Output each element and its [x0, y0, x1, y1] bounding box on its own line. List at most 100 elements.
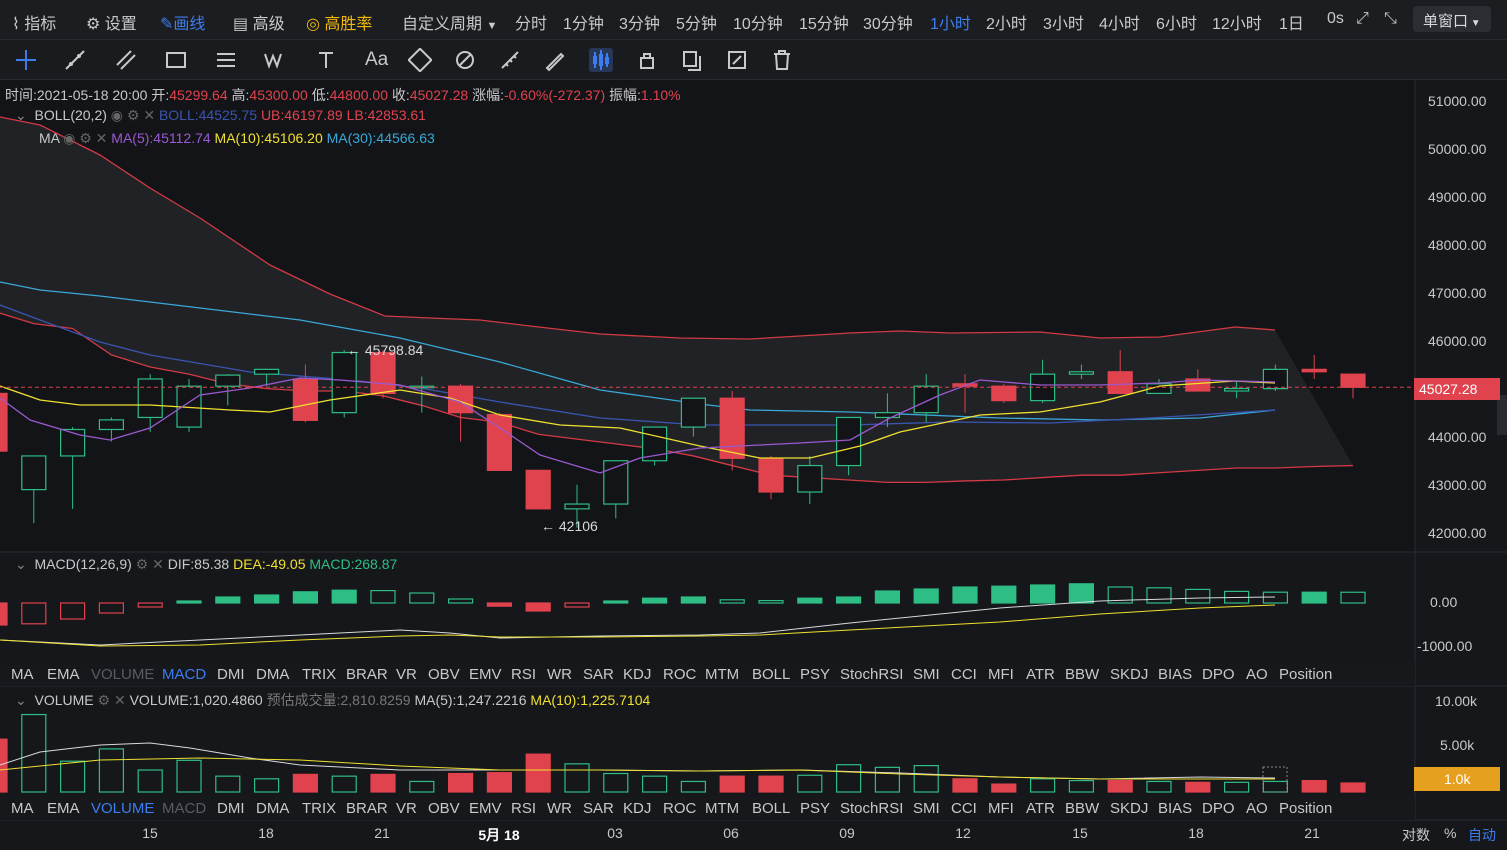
- edit-icon[interactable]: [725, 48, 749, 72]
- advanced-button[interactable]: ▤ 高级: [233, 10, 285, 34]
- rectangle-icon[interactable]: [164, 48, 188, 72]
- auto-toggle[interactable]: 自动: [1468, 825, 1496, 845]
- indicator-tab-kdj[interactable]: KDJ: [623, 666, 651, 683]
- indicator-tab-mfi[interactable]: MFI: [988, 800, 1014, 817]
- settings-icon[interactable]: ⚙ ✕: [98, 692, 126, 708]
- indicator-tab-atr[interactable]: ATR: [1026, 800, 1055, 817]
- fib-levels-icon[interactable]: [214, 48, 238, 72]
- custom-period-dropdown[interactable]: 自定义周期 ▼: [402, 10, 497, 34]
- font-icon[interactable]: Aa: [365, 49, 388, 71]
- brush-icon[interactable]: [543, 48, 567, 72]
- fullscreen-icon[interactable]: ⤢: [1356, 10, 1369, 28]
- indicator-tab-dma[interactable]: DMA: [256, 666, 289, 683]
- period-tab[interactable]: 分时: [515, 10, 547, 34]
- wave-pattern-icon[interactable]: [263, 48, 287, 72]
- indicator-tab-brar[interactable]: BRAR: [346, 800, 388, 817]
- indicator-tab-ao[interactable]: AO: [1246, 666, 1268, 683]
- indicator-tab-brar[interactable]: BRAR: [346, 666, 388, 683]
- indicator-tab-wr[interactable]: WR: [547, 666, 572, 683]
- parallel-line-icon[interactable]: [114, 48, 138, 72]
- indicator-tab-roc[interactable]: ROC: [663, 666, 696, 683]
- indicator-tab-macd[interactable]: MACD: [162, 800, 206, 817]
- crosshair-icon[interactable]: [14, 48, 38, 72]
- indicator-tab-volume[interactable]: VOLUME: [91, 800, 154, 817]
- indicator-tab-kdj[interactable]: KDJ: [623, 800, 651, 817]
- chart-area[interactable]: 时间:2021-05-18 20:00 开:45299.64 高:45300.0…: [0, 80, 1507, 850]
- draw-button[interactable]: ✎画线: [160, 10, 205, 34]
- chart-canvas[interactable]: [0, 80, 1507, 850]
- indicator-tab-mtm[interactable]: MTM: [705, 800, 739, 817]
- log-toggle[interactable]: 对数: [1402, 825, 1430, 845]
- ruler-icon[interactable]: [408, 48, 432, 72]
- indicator-tab-ema[interactable]: EMA: [47, 666, 80, 683]
- copy-icon[interactable]: [680, 48, 704, 72]
- indicator-tab-dpo[interactable]: DPO: [1202, 800, 1235, 817]
- eye-icon[interactable]: ◉ ⚙ ✕: [63, 130, 107, 146]
- indicator-tab-emv[interactable]: EMV: [469, 800, 502, 817]
- indicator-tab-boll[interactable]: BOLL: [752, 666, 790, 683]
- indicator-tab-skdj[interactable]: SKDJ: [1110, 666, 1148, 683]
- period-tab[interactable]: 4小时: [1099, 10, 1140, 34]
- indicator-tab-macd[interactable]: MACD: [162, 666, 206, 683]
- indicator-tab-boll[interactable]: BOLL: [752, 800, 790, 817]
- indicator-tab-vr[interactable]: VR: [396, 666, 417, 683]
- collapse-icon[interactable]: ⌄: [15, 556, 27, 572]
- indicator-tab-skdj[interactable]: SKDJ: [1110, 800, 1148, 817]
- eye-icon[interactable]: ◉ ⚙ ✕: [111, 107, 155, 123]
- lock-icon[interactable]: [635, 48, 659, 72]
- collapse-icon[interactable]: ⌄: [15, 107, 27, 123]
- indicator-tab-wr[interactable]: WR: [547, 800, 572, 817]
- indicator-tab-emv[interactable]: EMV: [469, 666, 502, 683]
- magnet-icon[interactable]: [453, 48, 477, 72]
- indicator-tab-volume[interactable]: VOLUME: [91, 666, 154, 683]
- indicator-tab-rsi[interactable]: RSI: [511, 800, 536, 817]
- indicator-tab-sar[interactable]: SAR: [583, 666, 614, 683]
- indicator-tab-bbw[interactable]: BBW: [1065, 666, 1099, 683]
- indicator-tab-stochrsi[interactable]: StochRSI: [840, 666, 903, 683]
- indicator-tab-ao[interactable]: AO: [1246, 800, 1268, 817]
- indicator-tab-smi[interactable]: SMI: [913, 666, 940, 683]
- percent-toggle[interactable]: %: [1444, 825, 1456, 841]
- indicator-tab-sar[interactable]: SAR: [583, 800, 614, 817]
- indicator-tab-cci[interactable]: CCI: [951, 666, 977, 683]
- period-tab[interactable]: 1小时: [930, 10, 971, 34]
- period-tab[interactable]: 1分钟: [563, 10, 604, 34]
- indicator-tab-stochrsi[interactable]: StochRSI: [840, 800, 903, 817]
- indicator-tab-dmi[interactable]: DMI: [217, 666, 245, 683]
- exit-fullscreen-icon[interactable]: ⤡: [1384, 10, 1397, 28]
- window-mode-dropdown[interactable]: 单窗口 ▼: [1413, 6, 1491, 32]
- candles-icon[interactable]: [589, 48, 613, 72]
- indicator-tab-obv[interactable]: OBV: [428, 666, 460, 683]
- period-tab[interactable]: 6小时: [1156, 10, 1197, 34]
- indicator-tab-rsi[interactable]: RSI: [511, 666, 536, 683]
- indicator-tab-ma[interactable]: MA: [11, 666, 34, 683]
- settings-icon[interactable]: ⚙ ✕: [136, 556, 164, 572]
- indicator-tab-dmi[interactable]: DMI: [217, 800, 245, 817]
- indicator-tab-smi[interactable]: SMI: [913, 800, 940, 817]
- period-tab[interactable]: 10分钟: [733, 10, 783, 34]
- indicator-tab-position[interactable]: Position: [1279, 666, 1332, 683]
- indicator-tab-mfi[interactable]: MFI: [988, 666, 1014, 683]
- trend-line-icon[interactable]: [63, 48, 87, 72]
- period-tab[interactable]: 1日: [1279, 10, 1304, 34]
- indicator-tab-mtm[interactable]: MTM: [705, 666, 739, 683]
- indicator-button[interactable]: ⌇ 指标: [12, 10, 56, 34]
- trash-icon[interactable]: [770, 48, 794, 72]
- indicator-tab-bbw[interactable]: BBW: [1065, 800, 1099, 817]
- indicator-tab-atr[interactable]: ATR: [1026, 666, 1055, 683]
- indicator-tab-trix[interactable]: TRIX: [302, 800, 336, 817]
- indicator-tab-vr[interactable]: VR: [396, 800, 417, 817]
- winrate-button[interactable]: ◎ 高胜率: [306, 10, 372, 34]
- indicator-tab-roc[interactable]: ROC: [663, 800, 696, 817]
- period-tab[interactable]: 2小时: [986, 10, 1027, 34]
- indicator-tab-bias[interactable]: BIAS: [1158, 666, 1192, 683]
- period-tab[interactable]: 3小时: [1043, 10, 1084, 34]
- indicator-tab-dma[interactable]: DMA: [256, 800, 289, 817]
- measure-icon[interactable]: [498, 48, 522, 72]
- indicator-tab-psy[interactable]: PSY: [800, 800, 830, 817]
- period-tab[interactable]: 5分钟: [676, 10, 717, 34]
- collapse-icon[interactable]: ⌄: [15, 692, 27, 708]
- indicator-tab-bias[interactable]: BIAS: [1158, 800, 1192, 817]
- indicator-tab-dpo[interactable]: DPO: [1202, 666, 1235, 683]
- indicator-tab-obv[interactable]: OBV: [428, 800, 460, 817]
